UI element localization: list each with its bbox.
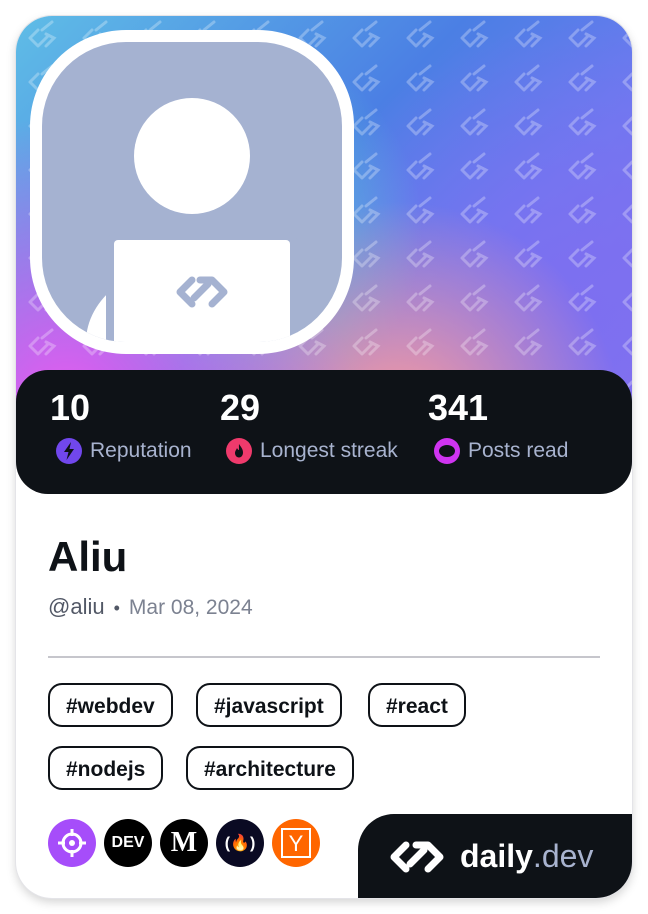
tag-chip[interactable]: #webdev [48, 683, 173, 727]
stat-label: Reputation [90, 439, 192, 462]
daily-dev-logo-icon [176, 276, 228, 308]
joined-date: Mar 08, 2024 [128, 596, 253, 619]
stat-value: 29 [220, 387, 261, 428]
stat-label: Longest streak [260, 439, 398, 462]
avatar [42, 42, 342, 342]
daily-dev-brand: daily.dev [358, 814, 632, 898]
divider [48, 656, 600, 658]
eye-icon [434, 438, 460, 464]
cover-image [16, 16, 632, 406]
stat-posts-read: 341 Posts read [428, 388, 568, 464]
crosshair-icon [58, 829, 86, 857]
dev-to-source-icon[interactable]: DEV [104, 819, 152, 867]
avatar-frame [30, 30, 354, 354]
hacker-news-letter: Y [281, 828, 311, 858]
tag-chip[interactable]: #javascript [196, 683, 342, 727]
stat-value: 341 [428, 387, 489, 428]
profile-handle: @aliu [48, 594, 105, 619]
stat-longest-streak: 29 Longest streak [220, 388, 398, 464]
brand-daily: daily [460, 838, 533, 874]
tag-chip[interactable]: #architecture [186, 746, 354, 790]
avatar-head-shape [134, 98, 250, 214]
brand-wordmark: daily.dev [460, 834, 593, 878]
profile-name: Aliu [48, 533, 128, 580]
stat-value: 10 [50, 387, 91, 428]
lightning-icon [56, 438, 82, 464]
stats-bar: 10 Reputation 29 Longest streak 341 Post… [16, 370, 632, 494]
brand-dev: .dev [532, 838, 594, 874]
flame-icon [226, 438, 252, 464]
daily-dev-logo-icon [390, 841, 444, 873]
crosshair-source-icon[interactable] [48, 819, 96, 867]
tag-chip[interactable]: #react [368, 683, 466, 727]
medium-source-icon[interactable]: M [160, 819, 208, 867]
freecodecamp-source-icon[interactable]: (🔥) [216, 819, 264, 867]
tag-chip[interactable]: #nodejs [48, 746, 164, 790]
profile-card: 10 Reputation 29 Longest streak 341 Post… [16, 16, 632, 898]
hacker-news-source-icon[interactable]: Y [272, 819, 320, 867]
profile-meta: @aliu • Mar 08, 2024 [48, 594, 253, 620]
meta-separator: • [113, 598, 120, 618]
avatar-laptop-shape [106, 232, 298, 342]
stat-label: Posts read [468, 439, 569, 462]
stat-reputation: 10 Reputation [50, 388, 192, 464]
